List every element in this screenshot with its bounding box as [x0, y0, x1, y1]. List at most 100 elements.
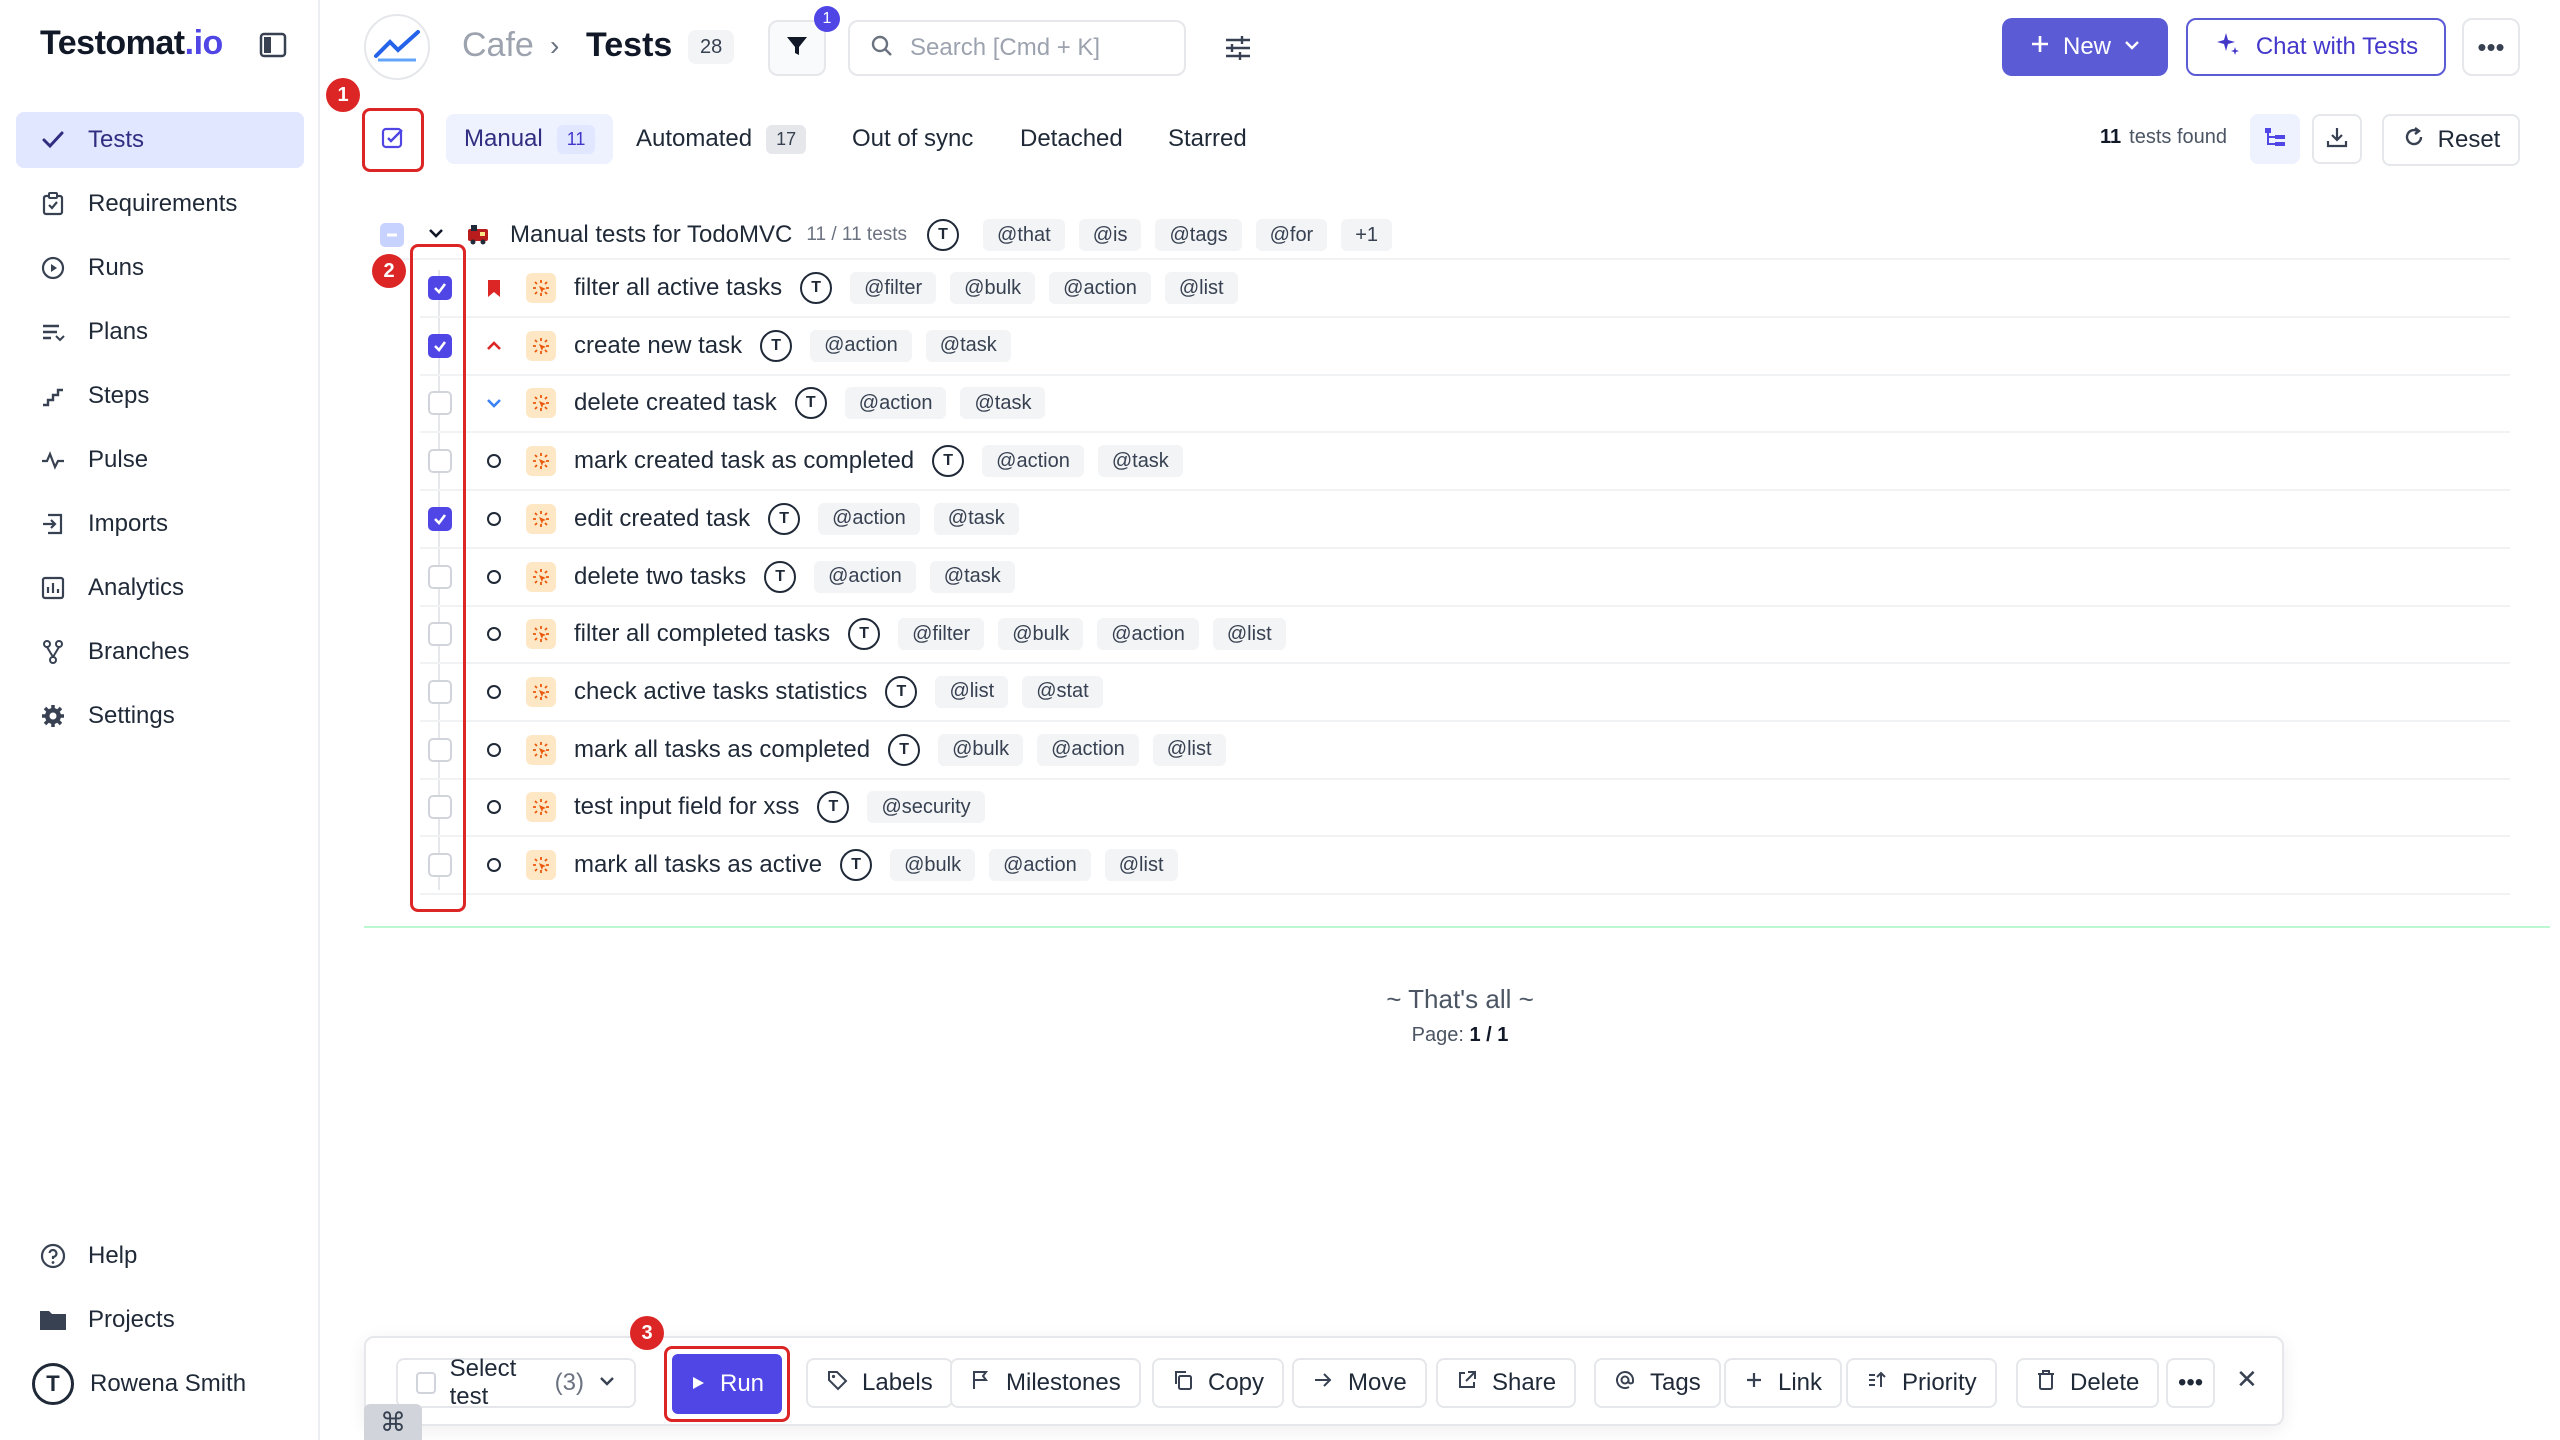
suite-select-checkbox[interactable] [380, 223, 404, 247]
test-row[interactable]: test input field for xss T @security [420, 779, 2510, 838]
copy-button[interactable]: Copy [1152, 1358, 1285, 1408]
tag[interactable]: @action [1037, 733, 1139, 766]
priority-button[interactable]: Priority [1846, 1358, 1997, 1408]
tags-button[interactable]: Tags [1594, 1358, 1721, 1408]
tag[interactable]: @list [935, 675, 1009, 708]
test-row[interactable]: filter all completed tasks T @filter @bul… [420, 606, 2510, 665]
sidebar-item-label: Pulse [88, 446, 149, 473]
tag[interactable]: @list [1164, 272, 1238, 304]
tree-view-button[interactable] [2250, 114, 2300, 164]
sidebar-item-steps[interactable]: Steps [16, 368, 304, 424]
sidebar-item-tests[interactable]: Tests [16, 112, 304, 168]
tag[interactable]: @action [1049, 272, 1151, 304]
tab-label: Detached [1020, 125, 1123, 152]
tag[interactable]: @tags [1155, 219, 1242, 251]
new-button[interactable]: New [2002, 18, 2168, 76]
tag[interactable]: @bulk [998, 618, 1084, 651]
tag[interactable]: @task [933, 502, 1019, 535]
tab-out-of-sync[interactable]: Out of sync [834, 114, 991, 164]
sidebar-item-projects[interactable]: Projects [16, 1292, 304, 1348]
sidebar-collapse-icon[interactable] [258, 30, 288, 60]
test-row[interactable]: filter all active tasks T @filter @bulk @a… [420, 260, 2510, 318]
more-options-button[interactable]: ••• [2462, 18, 2520, 76]
bulk-more-button[interactable]: ••• [2166, 1358, 2216, 1408]
sidebar-item-requirements[interactable]: Requirements [16, 176, 304, 232]
tag[interactable]: @task [960, 387, 1046, 420]
delete-button[interactable]: Delete [2016, 1358, 2160, 1408]
close-icon[interactable]: ✕ [2236, 1364, 2258, 1395]
test-row[interactable]: create new task T @action @task [420, 318, 2510, 376]
test-row[interactable]: mark created task as completed T @action… [420, 433, 2510, 492]
tag[interactable]: @task [925, 329, 1011, 362]
link-button[interactable]: Link [1724, 1358, 1843, 1408]
assignee-avatar: T [794, 387, 827, 420]
labels-button[interactable]: Labels [806, 1358, 953, 1408]
sidebar-item-imports[interactable]: Imports [16, 496, 304, 552]
sidebar-item-pulse[interactable]: Pulse [16, 432, 304, 488]
sliders-icon[interactable] [1220, 30, 1256, 66]
tag[interactable]: @action [1097, 618, 1199, 651]
move-button[interactable]: Move [1292, 1358, 1427, 1408]
tab-starred[interactable]: Starred [1150, 114, 1265, 164]
select-all-checkbox[interactable] [416, 1372, 436, 1394]
tag[interactable]: @action [818, 502, 920, 535]
tag[interactable]: @security [867, 791, 985, 824]
sidebar-item-analytics[interactable]: Analytics [16, 560, 304, 616]
test-tags: @list @stat [935, 675, 1116, 708]
sidebar-item-help[interactable]: Help [16, 1228, 304, 1284]
tag[interactable]: @action [814, 560, 916, 593]
sidebar-item-settings[interactable]: Settings [16, 688, 304, 744]
project-logo[interactable] [364, 14, 430, 80]
tag[interactable]: @for [1255, 219, 1328, 251]
test-row[interactable]: mark all tasks as completed T @bulk @acti… [420, 722, 2510, 780]
tag[interactable]: @bulk [938, 733, 1024, 766]
test-row[interactable]: mark all tasks as active T @bulk @action @… [420, 837, 2510, 895]
selected-count: (3) [554, 1369, 584, 1396]
tag[interactable]: @that [983, 219, 1065, 251]
tag[interactable]: @task [1097, 445, 1183, 478]
callout-marker-1: 1 [326, 78, 360, 112]
select-test-dropdown[interactable]: Select test (3) [396, 1355, 636, 1410]
reset-button[interactable]: Reset [2382, 114, 2520, 166]
tag[interactable]: @filter [898, 618, 985, 651]
tag[interactable]: @list [1152, 733, 1226, 766]
run-button[interactable]: Run [672, 1354, 782, 1414]
test-row[interactable]: delete two tasks T @action @task [420, 549, 2510, 607]
search-box[interactable] [848, 20, 1186, 76]
tag[interactable]: @filter [850, 272, 937, 304]
search-input[interactable] [910, 34, 1160, 62]
tag[interactable]: @bulk [950, 272, 1036, 304]
chat-with-tests-button[interactable]: Chat with Tests [2186, 18, 2446, 76]
tag[interactable]: @list [1104, 849, 1178, 881]
more-tags-badge[interactable]: +1 [1341, 219, 1393, 251]
test-row[interactable]: edit created task T @action @task [420, 491, 2510, 549]
tag[interactable]: @bulk [890, 849, 976, 881]
share-button[interactable]: Share [1436, 1358, 1577, 1408]
tag[interactable]: @action [844, 387, 947, 420]
multiselect-toggle-button[interactable] [362, 108, 424, 172]
tab-detached[interactable]: Detached [1002, 114, 1141, 164]
sidebar-item-runs[interactable]: Runs [16, 240, 304, 296]
tag[interactable]: @action [810, 329, 912, 362]
test-tags: @bulk @action @list [890, 849, 1191, 881]
sidebar-bottom: Help Projects T Rowena Smith [16, 1228, 304, 1420]
test-row[interactable]: check active tasks statistics T @list @st… [420, 664, 2510, 722]
milestones-button[interactable]: Milestones [950, 1358, 1141, 1408]
breadcrumb-project[interactable]: Cafe [462, 26, 534, 65]
user-menu[interactable]: T Rowena Smith [16, 1356, 304, 1412]
tab-automated[interactable]: Automated 17 [618, 114, 824, 164]
tab-manual[interactable]: Manual 11 [446, 114, 614, 164]
sidebar-item-branches[interactable]: Branches [16, 624, 304, 680]
suite-row[interactable]: Manual tests for TodoMVC 11 / 11 tests T… [380, 212, 2510, 260]
tag[interactable]: @task [929, 560, 1015, 593]
sidebar-item-plans[interactable]: Plans [16, 304, 304, 360]
tag[interactable]: @list [1212, 618, 1286, 651]
tag[interactable]: @is [1078, 219, 1142, 251]
test-row[interactable]: delete created task T @action @task [420, 375, 2510, 434]
command-key-icon[interactable]: ⌘ [364, 1404, 422, 1440]
tag[interactable]: @action [982, 445, 1084, 478]
app-logo[interactable]: Testomat.io [40, 24, 223, 63]
tag[interactable]: @action [989, 849, 1091, 881]
download-button[interactable] [2312, 114, 2362, 164]
tag[interactable]: @stat [1022, 675, 1103, 708]
